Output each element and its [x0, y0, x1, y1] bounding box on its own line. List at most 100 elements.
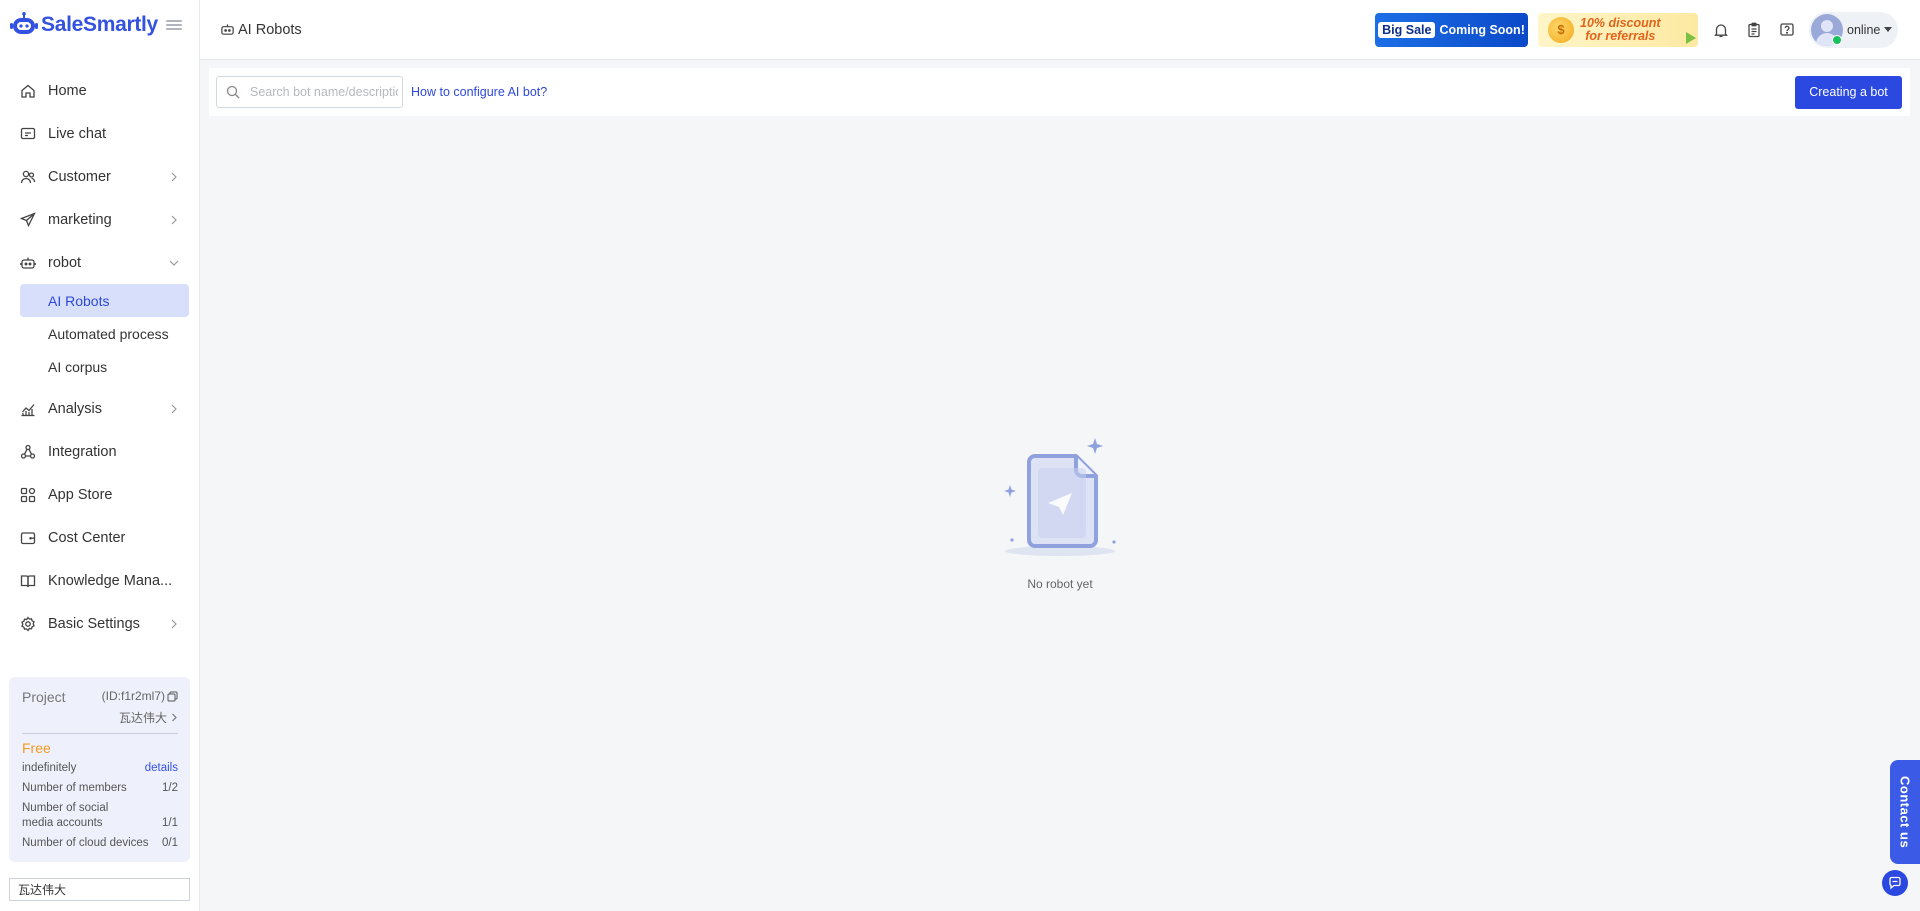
sidebar-item-label: App Store	[48, 486, 113, 503]
book-icon	[20, 573, 36, 589]
members-label: Number of members	[22, 782, 127, 794]
chevron-right-icon	[169, 619, 179, 629]
plan-duration: indefinitely	[22, 762, 77, 774]
referral-text-line2: for referrals	[1585, 28, 1656, 43]
referral-text: 10% discount for referrals	[1580, 15, 1661, 43]
clipboard-icon[interactable]	[1744, 20, 1764, 40]
integration-icon	[20, 444, 36, 460]
sidebar-item-basic-settings[interactable]: Basic Settings	[0, 602, 199, 645]
sidebar-item-customer[interactable]: Customer	[0, 155, 199, 198]
sidebar-item-label: Integration	[48, 443, 117, 460]
contact-us-tab[interactable]: Contact us	[1890, 760, 1920, 864]
how-to-configure-link[interactable]: How to configure AI bot?	[411, 85, 547, 99]
search-icon	[226, 85, 240, 99]
robot-icon	[220, 22, 235, 37]
top-header: AI Robots Big Sale Coming Soon! $ 10% di…	[200, 0, 1920, 60]
social-accounts-label: Number of social media accounts	[22, 802, 109, 829]
cloud-devices-value: 0/1	[162, 837, 178, 849]
referral-banner[interactable]: $ 10% discount for referrals	[1538, 12, 1698, 47]
cloud-devices-row: Number of cloud devices 0/1	[22, 836, 178, 851]
cloud-devices-label: Number of cloud devices	[22, 837, 149, 849]
logo-icon	[9, 10, 39, 40]
robot-submenu: AI Robots Automated process AI corpus	[0, 284, 199, 383]
plan-name: Free	[22, 740, 51, 756]
chevron-right-icon	[169, 215, 179, 225]
referral-text-line1: 10% discount	[1580, 15, 1661, 30]
big-sale-banner[interactable]: Big Sale Coming Soon!	[1375, 12, 1528, 47]
app-grid-icon	[20, 487, 36, 503]
bell-icon[interactable]	[1711, 20, 1731, 40]
arrow-icon	[1686, 31, 1696, 44]
caret-down-icon	[1884, 27, 1893, 32]
status-text: online	[1847, 22, 1881, 37]
robot-icon	[20, 255, 36, 271]
sidebar-item-label: Home	[48, 82, 87, 99]
search-input[interactable]	[250, 85, 398, 99]
sidebar-item-marketing[interactable]: marketing	[0, 198, 199, 241]
user-status-menu[interactable]: online	[1809, 11, 1898, 48]
sidebar-subitem-automated-process[interactable]: Automated process	[20, 317, 189, 350]
breadcrumb: AI Robots	[220, 22, 302, 38]
sidebar-subitem-ai-corpus[interactable]: AI corpus	[20, 350, 189, 383]
sidebar-item-label: marketing	[48, 211, 112, 228]
header-actions: Big Sale Coming Soon! $ 10% discount for…	[1375, 0, 1920, 60]
users-icon	[20, 169, 36, 185]
sidebar-item-live-chat[interactable]: Live chat	[0, 112, 199, 155]
online-status-dot	[1832, 34, 1842, 45]
divider	[22, 733, 178, 734]
project-owner: 瓦达伟大	[118, 711, 167, 725]
plan-duration-row: indefinitely details	[22, 761, 178, 776]
toolbar: How to configure AI bot? Creating a bot	[209, 68, 1910, 116]
members-row: Number of members 1/2	[22, 781, 178, 796]
sidebar-item-robot[interactable]: robot	[0, 241, 199, 284]
page-title: AI Robots	[238, 21, 302, 38]
sidebar-item-label: Basic Settings	[48, 615, 140, 632]
empty-state-text: No robot yet	[1027, 577, 1093, 591]
home-icon	[20, 83, 36, 99]
sidebar-item-label: Cost Center	[48, 529, 126, 546]
sidebar-item-analysis[interactable]: Analysis	[0, 387, 199, 430]
chevron-right-icon	[172, 713, 177, 722]
app-name: SaleSmartly	[41, 13, 158, 36]
project-name-input[interactable]	[9, 878, 190, 901]
project-card-header: Project (ID:f1r2ml7)	[22, 689, 178, 705]
collapse-menu-button[interactable]	[165, 18, 182, 32]
sidebar-item-cost-center[interactable]: Cost Center	[0, 516, 199, 559]
chevron-right-icon	[169, 172, 179, 182]
sidebar-item-knowledge[interactable]: Knowledge Mana...	[0, 559, 199, 602]
chevron-down-icon	[169, 258, 179, 268]
create-bot-button[interactable]: Creating a bot	[1795, 75, 1902, 109]
sidebar-item-app-store[interactable]: App Store	[0, 473, 199, 516]
logo-row: SaleSmartly	[0, 0, 199, 50]
social-accounts-value: 1/1	[162, 817, 178, 829]
details-link[interactable]: details	[145, 761, 178, 776]
sidebar-item-integration[interactable]: Integration	[0, 430, 199, 473]
social-accounts-row: Number of social media accounts 1/1	[22, 801, 178, 831]
main-nav: Home Live chat Customer marketing robot …	[0, 69, 199, 645]
sidebar-subitem-ai-robots[interactable]: AI Robots	[20, 284, 189, 317]
sidebar-item-label: Customer	[48, 168, 111, 185]
copy-icon[interactable]	[167, 691, 178, 702]
project-card: Project (ID:f1r2ml7) 瓦达伟大 Free indefinit…	[9, 677, 190, 862]
sidebar-item-home[interactable]: Home	[0, 69, 199, 112]
sidebar-item-label: Live chat	[48, 125, 107, 142]
contact-us-label: Contact us	[1897, 775, 1913, 849]
paper-plane-icon	[20, 211, 36, 228]
sidebar-item-label: robot	[48, 254, 82, 271]
gear-icon	[20, 615, 36, 632]
help-icon[interactable]	[1777, 20, 1797, 40]
chart-icon	[20, 401, 36, 417]
empty-document-illustration	[1004, 438, 1116, 556]
chat-icon	[20, 126, 36, 142]
wallet-icon	[20, 530, 36, 546]
members-value: 1/2	[162, 782, 178, 794]
chat-bubble-icon[interactable]	[1882, 870, 1908, 896]
project-id: (ID:f1r2ml7)	[102, 689, 178, 703]
project-id-text: (ID:f1r2ml7)	[101, 689, 165, 703]
project-title: Project	[22, 689, 66, 705]
project-switcher[interactable]: 瓦达伟大	[22, 709, 178, 726]
coin-icon: $	[1548, 16, 1574, 43]
sidebar-item-label: Knowledge Mana...	[48, 572, 173, 589]
sidebar: SaleSmartly Home Live chat Customer mark…	[0, 0, 200, 911]
search-box	[216, 76, 403, 108]
